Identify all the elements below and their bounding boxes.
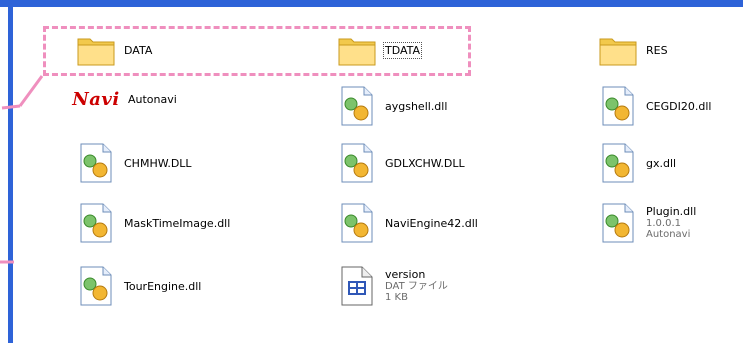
folder-res[interactable]: RES [598,30,668,70]
file-label: gx.dll [646,156,677,170]
dll-icon [598,203,638,243]
file-label: Autonavi [128,92,177,106]
file-autonavi[interactable]: Navi Autonavi [66,88,177,110]
folder-icon [598,30,638,70]
left-margin [0,0,8,343]
file-label: version [385,268,426,281]
file-label: Plugin.dll [646,205,697,218]
dll-icon [337,143,377,183]
navi-logo-icon: Navi [72,88,120,110]
file-cegdi[interactable]: CEGDI20.dll [598,86,711,126]
file-version: 1.0.0.1 [646,218,681,229]
file-size: 1 KB [385,292,408,303]
file-company: Autonavi [646,229,691,240]
dll-icon [337,203,377,243]
file-label: CHMHW.DLL [124,156,192,170]
file-label: MaskTimeImage.dll [124,216,231,230]
file-type: DAT ファイル [385,281,448,292]
dll-icon [598,86,638,126]
file-meta: Plugin.dll 1.0.0.1 Autonavi [646,205,697,241]
highlight-box [43,26,471,76]
dll-icon [76,143,116,183]
file-meta: version DAT ファイル 1 KB [385,268,448,304]
folder-label: RES [646,43,668,57]
file-aygshell[interactable]: aygshell.dll [337,86,447,126]
file-gdlxchw[interactable]: GDLXCHW.DLL [337,143,465,183]
file-label: CEGDI20.dll [646,99,712,113]
dll-icon [76,203,116,243]
file-label: aygshell.dll [385,99,448,113]
file-chmhw[interactable]: CHMHW.DLL [76,143,192,183]
file-label: TourEngine.dll [124,279,202,293]
window-top-border [0,0,743,7]
dll-icon [337,86,377,126]
file-tourengine[interactable]: TourEngine.dll [76,266,201,306]
file-plugin[interactable]: Plugin.dll 1.0.0.1 Autonavi [598,203,696,243]
file-gx[interactable]: gx.dll [598,143,676,183]
dll-icon [76,266,116,306]
file-label: GDLXCHW.DLL [385,156,465,170]
dat-file-icon [337,266,377,306]
dll-icon [598,143,638,183]
file-masktimeimage[interactable]: MaskTimeImage.dll [76,203,230,243]
file-label: NaviEngine42.dll [385,216,478,230]
file-naviengine[interactable]: NaviEngine42.dll [337,203,478,243]
file-version[interactable]: version DAT ファイル 1 KB [337,266,448,306]
